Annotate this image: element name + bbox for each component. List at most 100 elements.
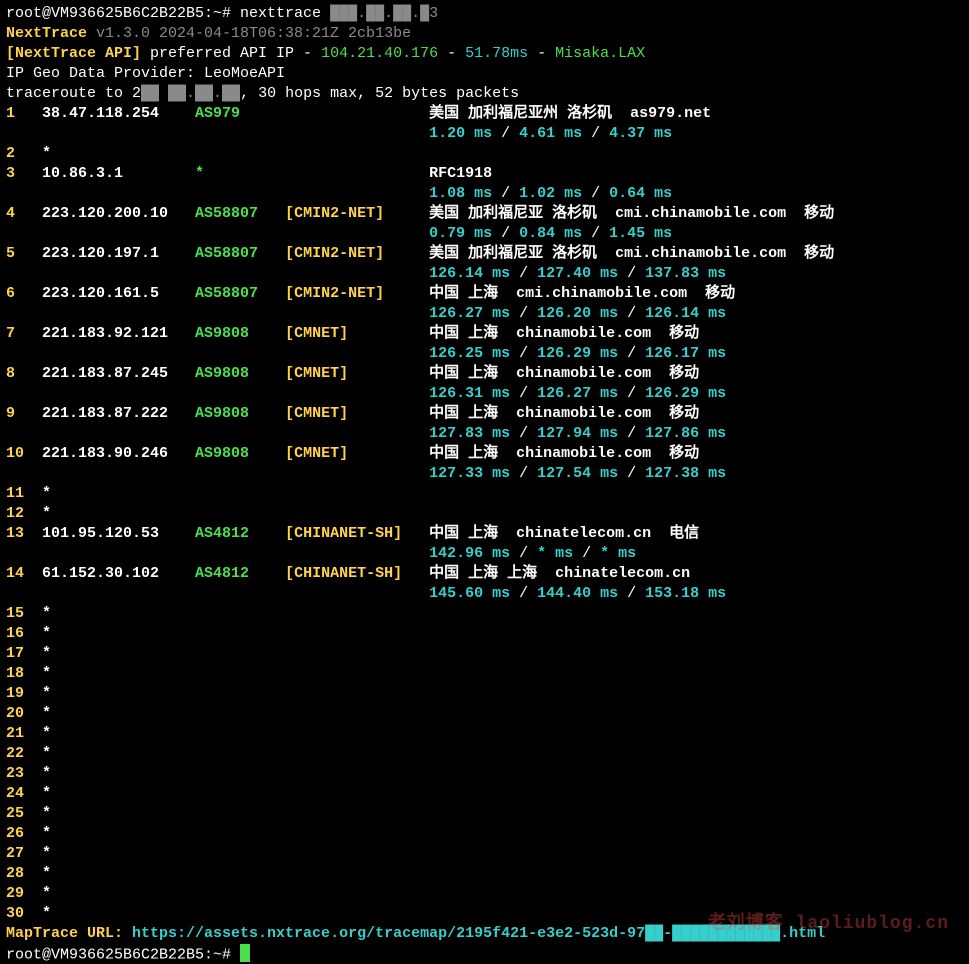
hop-rtt-3: 0.64 ms [609,185,672,202]
hop-timeout: * [42,625,51,642]
hop-number: 18 [6,665,42,682]
hop-network: [CMNET] [285,365,429,382]
hop-rtt-2: 127.40 ms [537,265,618,282]
api-label: [NextTrace API] [6,45,141,62]
sep: - [528,45,555,62]
hop-network: [CHINANET-SH] [285,525,429,542]
hop-location: 中国 上海 cmi.chinamobile.com 移动 [429,285,735,302]
api-text: preferred API IP - [141,45,321,62]
indent [6,585,429,602]
hop-network: [CMNET] [285,445,429,462]
sep: / [510,265,537,282]
indent [6,425,429,442]
geo-provider: IP Geo Data Provider: LeoMoeAPI [6,65,285,82]
hop-number: 21 [6,725,42,742]
sep: / [510,465,537,482]
hop-number: 11 [6,485,42,502]
hop-ip: 223.120.197.1 [42,245,195,262]
hop-timeout: * [42,705,51,722]
api-ip: 104.21.40.176 [321,45,438,62]
hop-timeout: * [42,685,51,702]
command-text: nexttrace [240,5,330,22]
maptrace-url[interactable]: https://assets.nxtrace.org/tracemap/2195… [132,925,825,942]
hop-ip: 10.86.3.1 [42,165,195,182]
hop-asn: AS58807 [195,245,285,262]
hop-ip: 61.152.30.102 [42,565,195,582]
hop-number: 22 [6,745,42,762]
hop-rtt-2: * ms [537,545,573,562]
hop-rtt-2: 127.54 ms [537,465,618,482]
hop-asn: * [195,165,285,182]
hop-rtt-3: 4.37 ms [609,125,672,142]
app-name: NextTrace [6,25,87,42]
indent [6,345,429,362]
hop-number: 26 [6,825,42,842]
hop-number: 8 [6,365,42,382]
hop-rtt-2: 0.84 ms [519,225,582,242]
hop-rtt-3: 127.38 ms [645,465,726,482]
hop-number: 29 [6,885,42,902]
sep: / [618,425,645,442]
hop-number: 1 [6,105,42,122]
hop-timeout: * [42,825,51,842]
hop-ip: 223.120.200.10 [42,205,195,222]
hop-rtt-1: 0.79 ms [429,225,492,242]
hop-rtt-1: 1.20 ms [429,125,492,142]
indent [6,465,429,482]
hop-ip: 101.95.120.53 [42,525,195,542]
hop-rtt-2: 127.94 ms [537,425,618,442]
shell-prompt: root@VM936625B6C2B22B5:~# [6,5,240,22]
sep: / [582,225,609,242]
hop-number: 25 [6,805,42,822]
hop-rtt-3: 153.18 ms [645,585,726,602]
terminal-output[interactable]: root@VM936625B6C2B22B5:~# nexttrace ███.… [0,0,969,964]
hop-rtt-2: 126.27 ms [537,385,618,402]
hop-number: 5 [6,245,42,262]
sep: / [510,425,537,442]
hop-location: 美国 加利福尼亚 洛杉矶 cmi.chinamobile.com 移动 [429,205,834,222]
hop-rtt-1: 126.31 ms [429,385,510,402]
hop-location: 中国 上海 上海 chinatelecom.cn [429,565,690,582]
hop-asn: AS9808 [195,365,285,382]
hop-timeout: * [42,505,51,522]
hop-rtt-1: 127.33 ms [429,465,510,482]
hop-rtt-1: 127.83 ms [429,425,510,442]
hop-network: [CHINANET-SH] [285,565,429,582]
hop-asn: AS9808 [195,405,285,422]
indent [6,385,429,402]
hop-ip: 223.120.161.5 [42,285,195,302]
hop-rtt-2: 1.02 ms [519,185,582,202]
hop-rtt-3: * ms [600,545,636,562]
hop-rtt-2: 126.29 ms [537,345,618,362]
indent [6,125,429,142]
sep: / [510,385,537,402]
hop-rtt-2: 144.40 ms [537,585,618,602]
hop-timeout: * [42,645,51,662]
hop-rtt-1: 126.27 ms [429,305,510,322]
api-location: Misaka.LAX [555,45,645,62]
sep: / [618,265,645,282]
hop-timeout: * [42,765,51,782]
hop-timeout: * [42,785,51,802]
indent [6,305,429,322]
hop-number: 19 [6,685,42,702]
hop-rtt-1: 126.25 ms [429,345,510,362]
hop-timeout: * [42,745,51,762]
hop-timeout: * [42,145,51,162]
hop-asn: AS9808 [195,325,285,342]
hop-timeout: * [42,885,51,902]
sep: / [510,585,537,602]
hop-location: 中国 上海 chinamobile.com 移动 [429,405,699,422]
hop-network: [CMNET] [285,325,429,342]
hop-network [285,105,429,122]
hop-rtt-3: 1.45 ms [609,225,672,242]
hop-network: [CMIN2-NET] [285,245,429,262]
sep: / [618,305,645,322]
sep: / [582,185,609,202]
cursor[interactable] [240,944,250,962]
sep: / [618,585,645,602]
trace-target-redacted: ██ ██.██.██ [141,85,240,102]
sep: / [618,385,645,402]
hop-rtt-2: 4.61 ms [519,125,582,142]
hop-location: 中国 上海 chinamobile.com 移动 [429,325,699,342]
